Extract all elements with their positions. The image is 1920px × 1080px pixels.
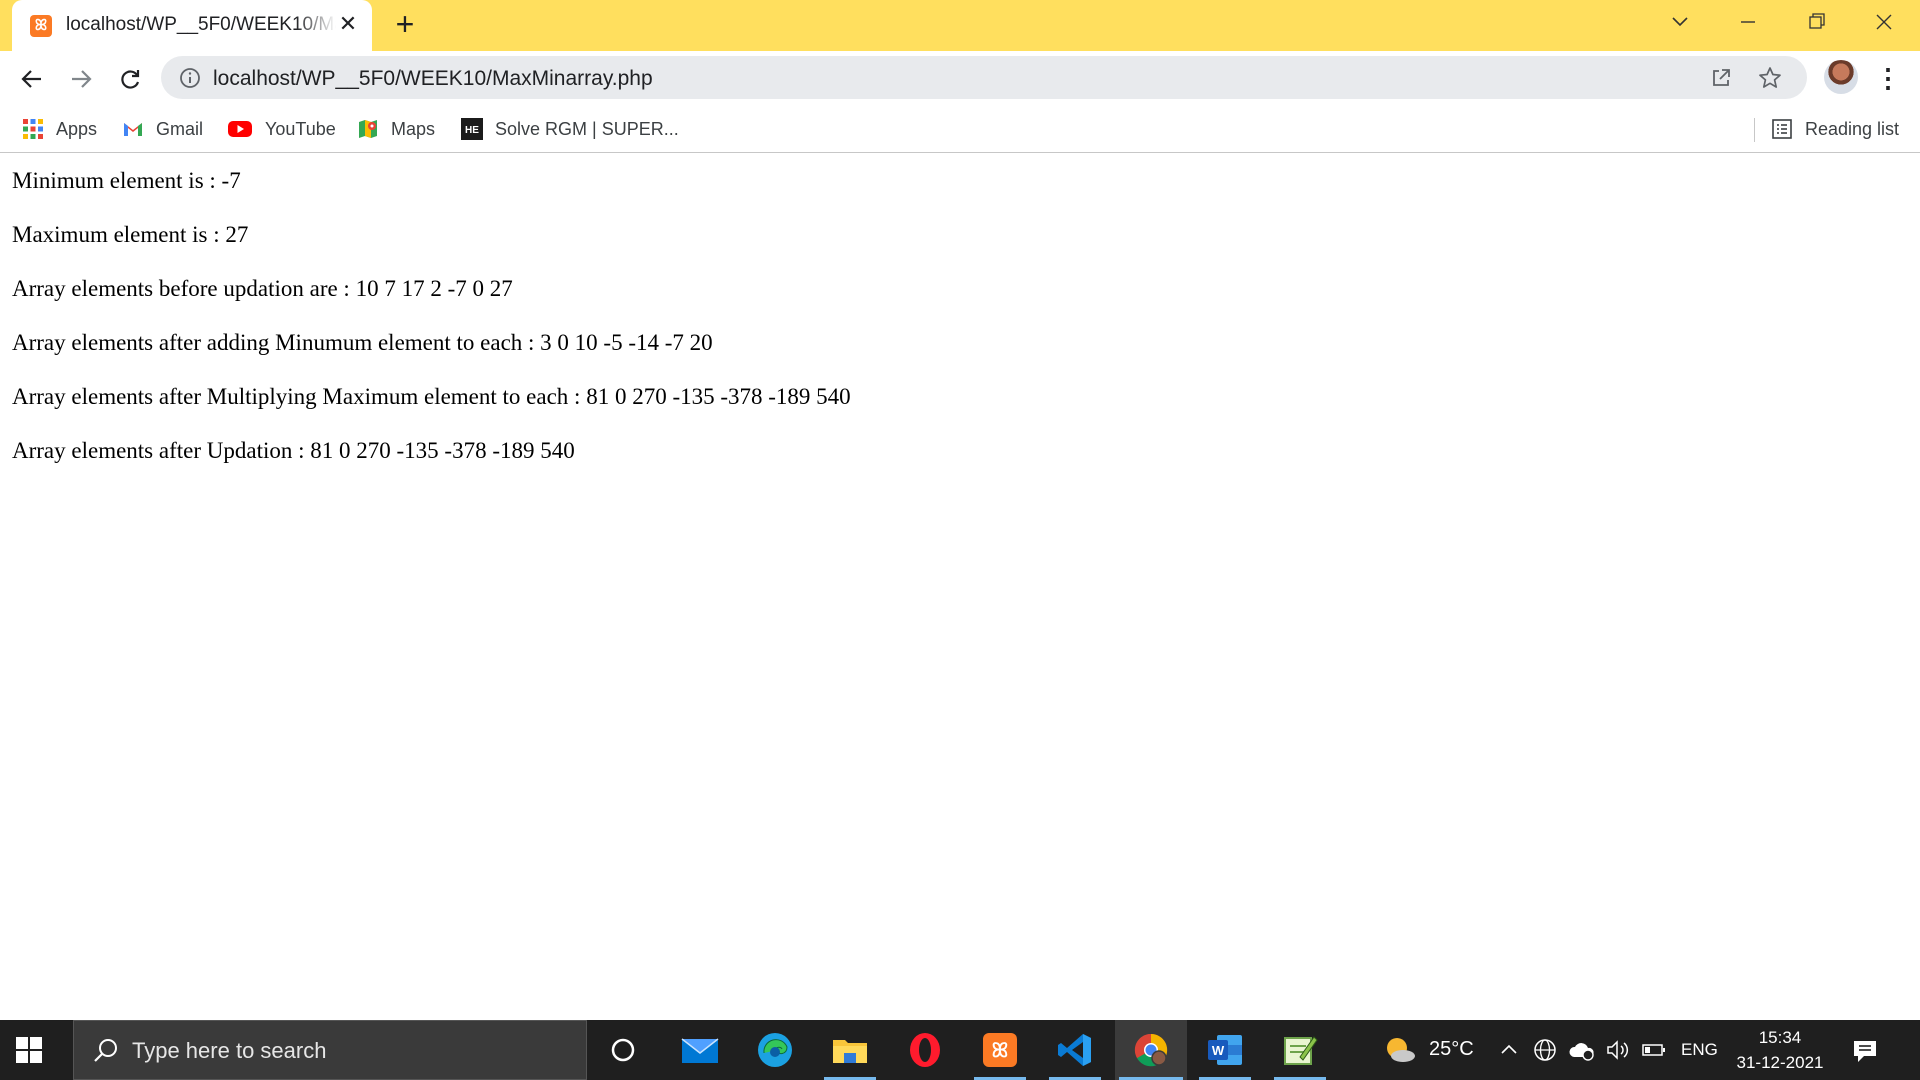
reading-list-button[interactable]: Reading list [1771, 115, 1899, 143]
array-after-updation-line: Array elements after Updation : 81 0 270… [12, 438, 575, 463]
show-hidden-icons-chevron-icon[interactable] [1499, 1040, 1519, 1060]
opera-browser-icon[interactable] [895, 1020, 955, 1080]
windows-start-icon[interactable] [16, 1037, 42, 1063]
reload-button[interactable] [112, 61, 148, 97]
xampp-control-icon[interactable]: ꕤ [970, 1020, 1030, 1080]
browser-toolbar: localhost/WP__5F0/WEEK10/MaxMinarray.php… [0, 51, 1920, 106]
bookmarks-separator [1754, 118, 1755, 142]
reading-list-label: Reading list [1805, 118, 1900, 139]
reading-list-icon [1771, 118, 1793, 140]
close-window-button[interactable] [1864, 6, 1904, 38]
browser-tab[interactable]: ꕤ localhost/WP__5F0/WEEK10/MaxMinarray.p… [12, 0, 372, 51]
cortana-icon[interactable] [593, 1020, 653, 1080]
globe-network-icon[interactable] [1533, 1038, 1557, 1062]
minimize-button[interactable] [1728, 6, 1768, 38]
bookmark-maps[interactable]: Maps [357, 115, 435, 143]
battery-icon[interactable] [1642, 1042, 1666, 1058]
gmail-icon [122, 118, 144, 140]
new-tab-button[interactable]: + [390, 8, 420, 40]
profile-avatar[interactable] [1824, 60, 1858, 94]
input-language-indicator[interactable]: ENG [1681, 1040, 1718, 1060]
bookmark-apps[interactable]: Apps [22, 115, 97, 143]
bookmarks-bar: Apps Gmail YouTube Maps HE Solve RGM | S… [0, 106, 1920, 153]
xampp-icon: ꕤ [30, 15, 52, 37]
tab-title: localhost/WP__5F0/WEEK10/MaxMinarray.php [66, 14, 336, 35]
tab-search-chevron-icon[interactable] [1660, 6, 1700, 38]
bookmark-label: Apps [56, 118, 98, 139]
svg-text:W: W [1212, 1043, 1225, 1058]
svg-text:HE: HE [465, 125, 479, 136]
weather-icon[interactable] [1383, 1034, 1417, 1066]
tab-close-icon[interactable]: ✕ [336, 12, 360, 36]
back-button[interactable] [14, 61, 50, 97]
vscode-icon[interactable] [1045, 1020, 1105, 1080]
bookmark-solve-rgm[interactable]: HE Solve RGM | SUPER... [461, 115, 679, 143]
browser-tab-strip: ꕤ localhost/WP__5F0/WEEK10/MaxMinarray.p… [0, 0, 1920, 51]
notepad-plus-icon[interactable] [1270, 1020, 1330, 1080]
browser-menu-icon[interactable]: ⋮ [1873, 61, 1903, 97]
bookmark-label: Gmail [156, 118, 204, 139]
bookmark-gmail[interactable]: Gmail [122, 115, 203, 143]
page-content: Minimum element is : -7 Maximum element … [12, 166, 851, 490]
address-bar[interactable]: localhost/WP__5F0/WEEK10/MaxMinarray.php [161, 56, 1807, 99]
notification-center-icon[interactable] [1850, 1036, 1880, 1066]
svg-text:ꕤ: ꕤ [992, 1040, 1009, 1062]
youtube-icon [227, 118, 253, 140]
maximum-element-line: Maximum element is : 27 [12, 222, 249, 247]
array-after-adding-line: Array elements after adding Minumum elem… [12, 330, 713, 355]
taskbar-search-box[interactable]: Type here to search [73, 1020, 587, 1080]
search-placeholder: Type here to search [132, 1038, 327, 1063]
maps-icon [357, 118, 379, 140]
restore-button[interactable] [1796, 6, 1836, 38]
minimum-element-line: Minimum element is : -7 [12, 168, 241, 193]
chrome-browser-icon[interactable] [1115, 1020, 1187, 1080]
share-icon[interactable] [1709, 66, 1733, 90]
bookmark-youtube[interactable]: YouTube [227, 115, 336, 143]
array-before-line: Array elements before updation are : 10 … [12, 276, 513, 301]
word-app-icon[interactable]: W [1195, 1020, 1255, 1080]
search-icon [92, 1037, 120, 1065]
site-info-icon[interactable] [179, 67, 201, 89]
weather-temperature[interactable]: 25°C [1429, 1038, 1474, 1061]
bookmark-label: YouTube [265, 118, 336, 139]
bookmark-label: Maps [391, 118, 436, 139]
url-text[interactable]: localhost/WP__5F0/WEEK10/MaxMinarray.php [213, 67, 653, 91]
onedrive-cloud-icon[interactable] [1568, 1039, 1596, 1061]
forward-button[interactable] [63, 61, 99, 97]
hackerearth-icon: HE [461, 118, 483, 140]
windows-taskbar: Type here to search ꕤ W 25°C ENG 15:34 3… [0, 1020, 1920, 1080]
edge-browser-icon[interactable] [745, 1020, 805, 1080]
bookmark-label: Solve RGM | SUPER... [495, 118, 679, 139]
clock-date: 31-12-2021 [1736, 1053, 1824, 1072]
taskbar-clock[interactable]: 15:34 31-12-2021 [1725, 1025, 1835, 1075]
clock-time: 15:34 [1758, 1028, 1802, 1047]
array-after-multiplying-line: Array elements after Multiplying Maximum… [12, 384, 851, 409]
bookmark-star-icon[interactable] [1757, 65, 1783, 91]
file-explorer-icon[interactable] [820, 1020, 880, 1080]
mail-app-icon[interactable] [670, 1020, 730, 1080]
volume-icon[interactable] [1605, 1038, 1631, 1062]
apps-grid-icon [22, 118, 44, 140]
